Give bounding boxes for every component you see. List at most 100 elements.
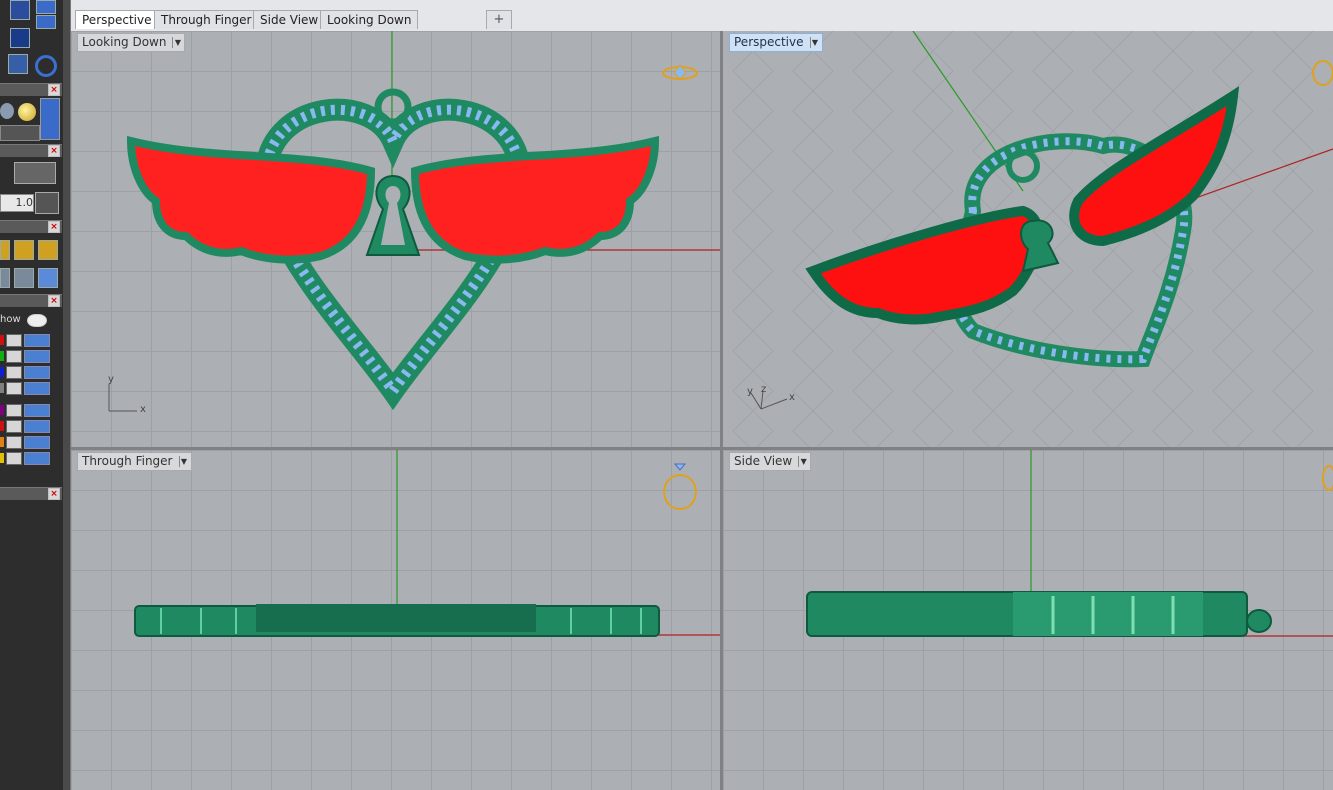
looking-down-scene: [108, 31, 720, 412]
layer-state-toggle[interactable]: [24, 436, 50, 449]
axis-y-label: y: [747, 386, 753, 397]
viewport-horizontal-splitter[interactable]: [71, 447, 1333, 450]
left-toolbar: × × 1.0 × × how ×: [0, 0, 63, 790]
close-icon[interactable]: ×: [48, 84, 60, 96]
layer-state-toggle[interactable]: [24, 452, 50, 465]
viewport-title-looking-down[interactable]: Looking Down ▼: [77, 33, 186, 52]
layer-color-swatch[interactable]: [0, 453, 4, 463]
layer-show-label: how: [0, 314, 21, 325]
close-icon[interactable]: ×: [48, 488, 60, 500]
viewport-side-view[interactable]: Side View ▼: [723, 450, 1333, 790]
layer-row[interactable]: [0, 333, 50, 347]
bail-profile: [1246, 609, 1272, 633]
tab-side-view[interactable]: Side View: [253, 10, 326, 29]
layer-color-swatch[interactable]: [0, 383, 4, 393]
gem-tool-button[interactable]: [10, 28, 30, 48]
layer-state-toggle[interactable]: [24, 366, 50, 379]
viewport-looking-down[interactable]: y x Looking Down ▼: [71, 31, 720, 447]
tab-perspective[interactable]: Perspective: [75, 10, 159, 29]
layer-row[interactable]: [0, 403, 50, 417]
close-icon[interactable]: ×: [48, 221, 60, 233]
lock-icon[interactable]: [6, 452, 22, 465]
layer-state-toggle[interactable]: [24, 350, 50, 363]
layer-row[interactable]: [0, 419, 50, 433]
layer-color-swatch[interactable]: [0, 351, 4, 361]
tool-button-2[interactable]: [36, 0, 56, 14]
right-wing: [1069, 86, 1240, 247]
layer-state-toggle[interactable]: [24, 334, 50, 347]
chevron-down-icon[interactable]: ▼: [178, 456, 189, 467]
ring-orientation-icon: [663, 474, 697, 510]
layer-row[interactable]: [0, 451, 50, 465]
viewport-title-perspective[interactable]: Perspective ▼: [729, 33, 823, 52]
tool-button-3[interactable]: [36, 15, 56, 29]
frame-tool-button[interactable]: [14, 162, 56, 184]
layer-color-swatch[interactable]: [0, 335, 4, 345]
render-preview-icon[interactable]: [0, 103, 14, 119]
perspective-scene: [750, 31, 1333, 410]
axis-x-label: x: [789, 392, 795, 403]
add-tab-button[interactable]: +: [486, 10, 512, 29]
viewport-title-text: Through Finger: [82, 454, 173, 468]
tool-button-b[interactable]: [14, 240, 34, 260]
layer-row[interactable]: [0, 365, 50, 379]
axis-x-label: x: [140, 404, 146, 415]
material-dropdown[interactable]: [0, 125, 40, 141]
lock-icon[interactable]: [6, 404, 22, 417]
lock-icon[interactable]: [6, 420, 22, 433]
layer-color-swatch[interactable]: [0, 405, 4, 415]
side-view-scene: [806, 450, 1333, 637]
right-wing: [410, 135, 660, 264]
layer-state-toggle[interactable]: [24, 404, 50, 417]
left-wing: [126, 135, 376, 264]
lock-icon[interactable]: [6, 436, 22, 449]
layer-row[interactable]: [0, 381, 50, 395]
viewport-vertical-splitter[interactable]: [720, 31, 723, 790]
tool-button-e[interactable]: [14, 268, 34, 288]
lock-icon[interactable]: [6, 350, 22, 363]
layer-row[interactable]: [0, 349, 50, 363]
viewport-title-text: Perspective: [734, 35, 804, 49]
tool-button-c[interactable]: [38, 240, 58, 260]
eye-icon[interactable]: [27, 314, 47, 327]
axis-z-label: z: [761, 384, 767, 395]
tool-button-d[interactable]: [0, 268, 10, 288]
viewport-through-finger[interactable]: Through Finger ▼: [71, 450, 720, 790]
viewport-tab-bar: Perspective Through Finger Side View Loo…: [71, 0, 1333, 32]
toolbar-splitter[interactable]: [63, 0, 71, 790]
tab-through-finger[interactable]: Through Finger: [154, 10, 259, 29]
close-icon[interactable]: ×: [48, 295, 60, 307]
tool-button-a[interactable]: [0, 240, 10, 260]
tab-looking-down[interactable]: Looking Down: [320, 10, 419, 29]
lock-icon[interactable]: [6, 382, 22, 395]
snap-grid-button[interactable]: [35, 192, 59, 214]
viewport-title-side-view[interactable]: Side View ▼: [729, 452, 812, 471]
snap-value-input[interactable]: 1.0: [0, 194, 34, 212]
layer-row[interactable]: [0, 435, 50, 449]
material-slider[interactable]: [40, 98, 60, 140]
layer-state-toggle[interactable]: [24, 382, 50, 395]
close-icon[interactable]: ×: [48, 145, 60, 157]
tool-button-f[interactable]: [38, 268, 58, 288]
layer-color-swatch[interactable]: [0, 437, 4, 447]
keyhole: [1020, 219, 1060, 273]
chevron-down-icon[interactable]: ▼: [172, 37, 182, 48]
viewport-title-text: Side View: [734, 454, 793, 468]
layer-state-toggle[interactable]: [24, 420, 50, 433]
bail-loop: [374, 88, 412, 126]
axis-y-label: y: [108, 374, 114, 385]
select-tool-button[interactable]: [8, 54, 28, 74]
layer-color-swatch[interactable]: [0, 421, 4, 431]
layer-color-swatch[interactable]: [0, 367, 4, 377]
lock-icon[interactable]: [6, 334, 22, 347]
circle-tool-icon[interactable]: [35, 55, 57, 77]
left-wing: [805, 205, 1044, 325]
viewport-title-through-finger[interactable]: Through Finger ▼: [77, 452, 192, 471]
sweep-tool-button[interactable]: [10, 0, 30, 20]
viewport-perspective[interactable]: y z x Perspective ▼: [723, 31, 1333, 447]
chevron-down-icon[interactable]: ▼: [809, 37, 820, 48]
chevron-down-icon[interactable]: ▼: [798, 456, 808, 467]
lock-icon[interactable]: [6, 366, 22, 379]
material-ball-icon[interactable]: [18, 103, 36, 121]
viewport-title-text: Looking Down: [82, 35, 167, 49]
